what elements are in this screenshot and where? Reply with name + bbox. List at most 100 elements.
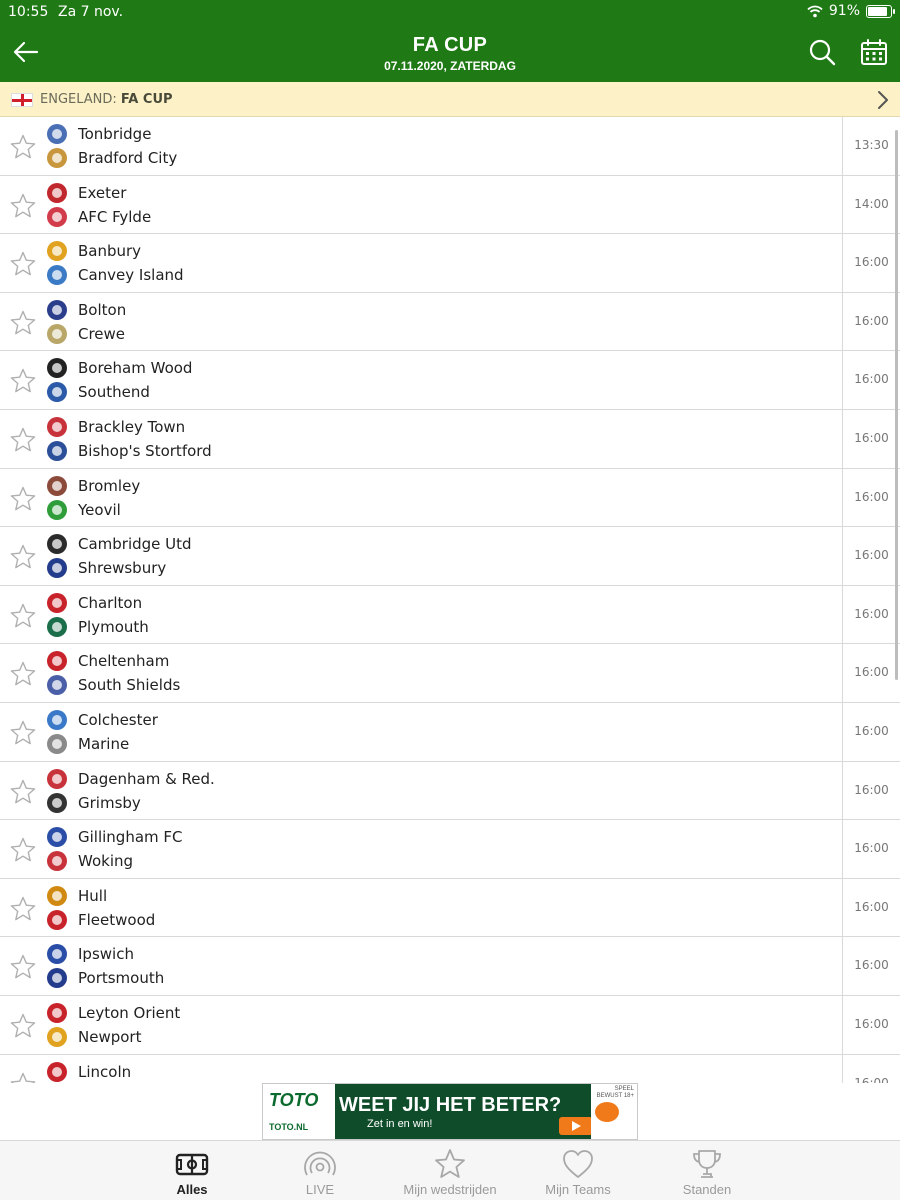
favorite-star-icon[interactable]: [9, 953, 37, 981]
match-row[interactable]: Banbury Canvey Island 16:00: [0, 234, 900, 293]
home-team: Exeter: [47, 182, 126, 204]
trophy-icon: [693, 1150, 721, 1178]
home-team-name: Bromley: [78, 476, 141, 495]
scroll-indicator: [895, 130, 898, 680]
battery-percent: 91%: [828, 3, 860, 19]
tab-standen[interactable]: Standen: [642, 1141, 772, 1200]
match-row[interactable]: Ipswich Portsmouth 16:00: [0, 937, 900, 996]
match-row[interactable]: Hull Fleetwood 16:00: [0, 878, 900, 938]
favorite-star-icon[interactable]: [9, 895, 37, 923]
home-crest-icon: [47, 124, 67, 144]
match-row[interactable]: Cambridge Utd Shrewsbury 16:00: [0, 527, 900, 586]
match-row[interactable]: Cheltenham South Shields 16:00: [0, 644, 900, 703]
match-row[interactable]: Lincoln 16:00: [0, 1054, 900, 1084]
favorite-star-icon[interactable]: [9, 192, 37, 220]
tab-label: Alles: [176, 1182, 208, 1197]
favorite-star-icon[interactable]: [9, 602, 37, 630]
favorite-star-icon[interactable]: [9, 1012, 37, 1040]
home-team-name: Leyton Orient: [78, 1003, 181, 1022]
ad-subline: Zet in en win!: [367, 1118, 433, 1130]
pitch-icon: [175, 1153, 209, 1176]
kickoff-time: 14:00: [854, 196, 889, 211]
home-team-name: Banbury: [78, 242, 142, 261]
match-row[interactable]: Brackley Town Bishop's Stortford 16:00: [0, 409, 900, 469]
status-right: 91%: [807, 3, 895, 19]
away-team: Plymouth: [47, 616, 149, 638]
match-row[interactable]: Bromley Yeovil 16:00: [0, 468, 900, 528]
away-team: Woking: [47, 850, 133, 872]
home-crest-icon: [47, 182, 67, 203]
away-team-name: South Shields: [78, 676, 181, 695]
match-row[interactable]: Tonbridge Bradford City 13:30: [0, 117, 900, 176]
search-icon[interactable]: [808, 38, 836, 66]
favorite-star-icon[interactable]: [9, 133, 37, 161]
tab-mijn-wedstrijden[interactable]: Mijn wedstrijden: [385, 1141, 515, 1200]
calendar-icon[interactable]: [860, 38, 888, 66]
away-team: Yeovil: [47, 499, 121, 521]
match-row[interactable]: Gillingham FC Woking 16:00: [0, 820, 900, 879]
match-row[interactable]: Dagenham & Red. Grimsby 16:00: [0, 761, 900, 821]
match-row[interactable]: Bolton Crewe 16:00: [0, 292, 900, 352]
favorite-star-icon[interactable]: [9, 309, 37, 337]
kickoff-time: 16:00: [854, 489, 889, 504]
away-crest-icon: [47, 558, 67, 579]
home-team-name: Bolton: [78, 300, 127, 319]
bottom-tab-bar: Alles LIVE Mijn wedstrijden Mijn Teams S…: [0, 1140, 900, 1200]
tab-alles[interactable]: Alles: [127, 1141, 257, 1200]
kickoff-time: 16:00: [854, 372, 889, 387]
away-crest-icon: [47, 382, 67, 403]
match-row[interactable]: Exeter AFC Fylde 14:00: [0, 175, 900, 235]
home-team: Lincoln: [47, 1061, 131, 1083]
favorite-star-icon[interactable]: [9, 660, 37, 688]
kickoff-time: 16:00: [854, 606, 889, 621]
home-team: Leyton Orient: [47, 1002, 180, 1024]
away-team: Canvey Island: [47, 264, 184, 286]
wifi-icon: [807, 5, 823, 17]
home-team-name: Tonbridge: [78, 125, 152, 143]
tab-live[interactable]: LIVE: [255, 1141, 385, 1200]
tab-mijn-teams[interactable]: Mijn Teams: [513, 1141, 643, 1200]
favorite-star-icon[interactable]: [9, 485, 37, 513]
away-team: Bradford City: [47, 147, 177, 169]
match-list[interactable]: Tonbridge Bradford City 13:30 Exeter AFC Fyl…: [0, 117, 900, 1083]
kickoff-time: 16:00: [854, 255, 889, 270]
status-bar: 10:55 Za 7 nov. 91%: [0, 0, 900, 24]
match-row[interactable]: Colchester Marine 16:00: [0, 702, 900, 762]
battery-fill: [868, 6, 888, 16]
away-crest-icon: [47, 616, 67, 637]
match-row[interactable]: Charlton Plymouth 16:00: [0, 585, 900, 645]
app-header: FA CUP 07.11.2020, ZATERDAG: [0, 24, 900, 82]
home-team-name: Cambridge Utd: [78, 535, 192, 554]
away-team: Marine: [47, 733, 129, 755]
match-row[interactable]: Boreham Wood Southend 16:00: [0, 351, 900, 410]
home-team: Tonbridge: [47, 123, 151, 145]
away-crest-icon: [47, 206, 67, 227]
away-team-name: Fleetwood: [78, 910, 156, 929]
favorite-star-icon[interactable]: [9, 719, 37, 747]
league-header[interactable]: ENGELAND: FA CUP: [0, 82, 900, 117]
away-team: Grimsby: [47, 792, 141, 814]
home-team-name: Boreham Wood: [78, 359, 193, 378]
home-team-name: Brackley Town: [78, 417, 186, 436]
home-crest-icon: [47, 299, 67, 320]
favorite-star-icon[interactable]: [9, 836, 37, 864]
favorite-star-icon[interactable]: [9, 778, 37, 806]
away-team-name: Yeovil: [78, 500, 121, 519]
favorite-star-icon[interactable]: [9, 1071, 37, 1084]
away-team-name: Marine: [78, 734, 130, 753]
home-crest-icon: [47, 885, 67, 906]
favorite-star-icon[interactable]: [9, 367, 37, 395]
away-team: Portsmouth: [47, 967, 164, 989]
favorite-star-icon[interactable]: [9, 543, 37, 571]
away-team: Fleetwood: [47, 909, 155, 931]
home-crest-icon: [47, 416, 67, 437]
away-crest-icon: [47, 1026, 67, 1047]
kickoff-time: 16:00: [854, 1075, 889, 1084]
favorite-star-icon[interactable]: [9, 426, 37, 454]
ad-logo: TOTO TOTO.NL: [263, 1084, 335, 1139]
home-team: Brackley Town: [47, 416, 185, 438]
advertisement-banner[interactable]: TOTO TOTO.NL WEET JIJ HET BETER? Zet in …: [262, 1083, 638, 1140]
match-row[interactable]: Leyton Orient Newport 16:00: [0, 995, 900, 1055]
favorite-star-icon[interactable]: [9, 250, 37, 278]
home-team: Bolton: [47, 299, 126, 321]
